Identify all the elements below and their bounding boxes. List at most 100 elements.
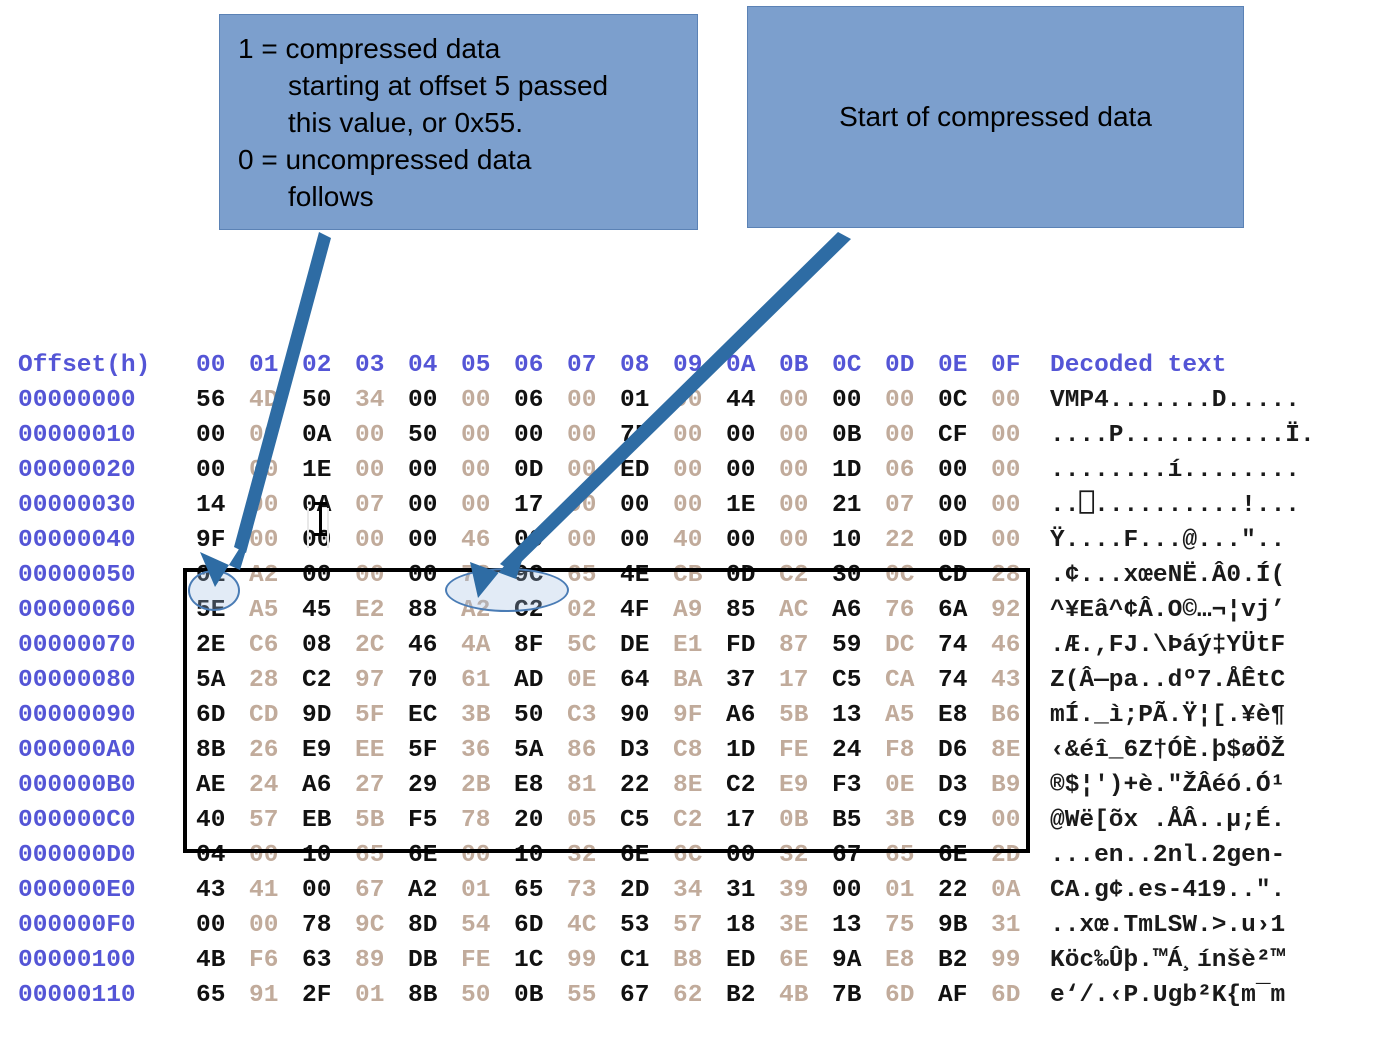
callout-left-line-5: follows [288, 180, 374, 212]
hex-byte: 44 [726, 387, 756, 414]
hex-byte: 00 [832, 877, 862, 904]
hex-row-bytes: 2E C6 08 2C 46 4A 8F 5C DE E1 FD 87 59 DC 74 46 [196, 628, 1044, 663]
hex-byte: 00 [567, 457, 597, 484]
hex-byte: 00 [249, 457, 279, 484]
hex-byte: 00 [991, 387, 1021, 414]
hex-byte: 73 [567, 877, 597, 904]
hex-row-bytes: 43 41 00 67 A2 01 65 73 2D 34 31 39 00 01 22 0A [196, 873, 1044, 908]
hex-row: 00000070 2E C6 08 2C 46 4A 8F 5C DE E1 FD 87 59 DC 74 46… [18, 628, 1315, 663]
hex-byte: 8D [408, 912, 438, 939]
hex-header-offset-label: Offset(h) [18, 352, 151, 379]
hex-row-offset: 00000070 [18, 632, 136, 659]
hex-byte: 7B [832, 982, 862, 1009]
hex-row: 00000080 5A 28 C2 97 70 61 AD 0E 64 BA 37 17 C5 CA 74 43… [18, 663, 1315, 698]
hex-row-decoded-text: Köc‰Ûþ.™Á¸ínšè²™ [1050, 947, 1286, 974]
hex-byte: 74 [938, 667, 968, 694]
hex-byte: 46 [461, 527, 491, 554]
hex-byte: 00 [673, 457, 703, 484]
hex-row-decoded-text: Ÿ....F...@...".. [1050, 527, 1286, 554]
hex-byte: 37 [726, 667, 756, 694]
hex-byte: 8B [408, 982, 438, 1009]
hex-row-decoded-text: .¢...xœeNË.Â0.Í( [1050, 562, 1286, 589]
hex-byte: 01 [196, 562, 226, 589]
hex-byte: 61 [461, 667, 491, 694]
hex-byte: 7F [620, 422, 650, 449]
hex-byte: 5A [514, 737, 544, 764]
hex-byte: 27 [355, 772, 385, 799]
hex-byte: 9D [302, 702, 332, 729]
hex-byte: 1E [302, 457, 332, 484]
hex-row-decoded-text: ...en..2nl.2gen- [1050, 842, 1286, 869]
hex-byte: E1 [673, 632, 703, 659]
hex-byte: BA [673, 667, 703, 694]
hex-byte: 00 [355, 562, 385, 589]
hex-row-decoded-text: ........í........ [1050, 457, 1300, 484]
hex-byte: 00 [567, 527, 597, 554]
hex-byte: 78 [461, 562, 491, 589]
hex-byte: 64 [620, 667, 650, 694]
callout-left-line-3: this value, or 0x55. [288, 106, 524, 138]
hex-byte: 00 [408, 457, 438, 484]
hex-byte: 59 [832, 632, 862, 659]
hex-row-bytes: 01 A2 00 00 00 78 9C 65 4E CB 0D C2 30 0C CD 28 [196, 558, 1044, 593]
hex-byte: A6 [302, 772, 332, 799]
hex-byte: 08 [302, 632, 332, 659]
hex-byte: 00 [461, 422, 491, 449]
hex-byte: A9 [673, 597, 703, 624]
hex-byte: 00 [249, 492, 279, 519]
hex-byte: 76 [885, 597, 915, 624]
hex-byte: 8E [991, 737, 1021, 764]
hex-byte: 65 [885, 842, 915, 869]
hex-byte: 14 [196, 492, 226, 519]
hex-byte: 0D [938, 527, 968, 554]
hex-row-bytes: 14 00 0A 07 00 00 17 00 00 00 1E 00 21 07 00 00 [196, 488, 1044, 523]
hex-byte: 2B [461, 772, 491, 799]
hex-byte: B2 [726, 982, 756, 1009]
hex-byte: 00 [567, 492, 597, 519]
hex-byte: 04 [196, 842, 226, 869]
hex-byte: 9F [196, 527, 226, 554]
hex-byte: 9C [355, 912, 385, 939]
hex-byte: 63 [302, 947, 332, 974]
hex-byte: A2 [461, 597, 491, 624]
hex-byte: 24 [249, 772, 279, 799]
hex-row-offset: 000000A0 [18, 737, 136, 764]
hex-byte: 75 [885, 912, 915, 939]
hex-byte: 3B [461, 702, 491, 729]
hex-byte: 00 [726, 457, 756, 484]
hex-byte: F6 [249, 947, 279, 974]
hex-byte: 92 [991, 597, 1021, 624]
hex-byte: 0C [938, 387, 968, 414]
hex-byte: 0D [726, 562, 756, 589]
hex-byte: 67 [620, 982, 650, 1009]
hex-row-offset: 00000020 [18, 457, 136, 484]
callout-left-compressed-flag: 1 = compressed data starting at offset 5… [219, 14, 698, 230]
hex-byte: 6C [673, 842, 703, 869]
hex-row: 00000100 4B F6 63 89 DB FE 1C 99 C1 B8 ED 6E 9A E8 B2 99… [18, 943, 1315, 978]
hex-byte: C3 [567, 702, 597, 729]
hex-byte: 00 [249, 422, 279, 449]
hex-byte: E9 [779, 772, 809, 799]
hex-row-bytes: 04 00 10 65 6E 00 10 32 6E 6C 00 32 67 65 6E 2D [196, 838, 1044, 873]
hex-byte: E8 [938, 702, 968, 729]
hex-byte: 65 [355, 842, 385, 869]
hex-byte: 00 [461, 842, 491, 869]
hex-row-offset: 00000100 [18, 947, 136, 974]
hex-byte: 6D [196, 702, 226, 729]
hex-byte: 00 [991, 527, 1021, 554]
hex-byte: FD [726, 632, 756, 659]
hex-byte: 89 [355, 947, 385, 974]
hex-byte: 2D [991, 842, 1021, 869]
hex-column-label: 08 [620, 352, 650, 379]
hex-byte: 9C [514, 562, 544, 589]
hex-byte: 57 [249, 807, 279, 834]
hex-row-bytes: 00 00 78 9C 8D 54 6D 4C 53 57 18 3E 13 75 9B 31 [196, 908, 1044, 943]
hex-byte: 07 [885, 492, 915, 519]
hex-byte: A6 [726, 702, 756, 729]
hex-byte: 10 [832, 527, 862, 554]
hex-byte: 00 [355, 422, 385, 449]
hex-byte: 00 [249, 842, 279, 869]
hex-column-label: 0C [832, 352, 862, 379]
hex-byte: 22 [620, 772, 650, 799]
hex-row-bytes: 5A 28 C2 97 70 61 AD 0E 64 BA 37 17 C5 CA 74 43 [196, 663, 1044, 698]
